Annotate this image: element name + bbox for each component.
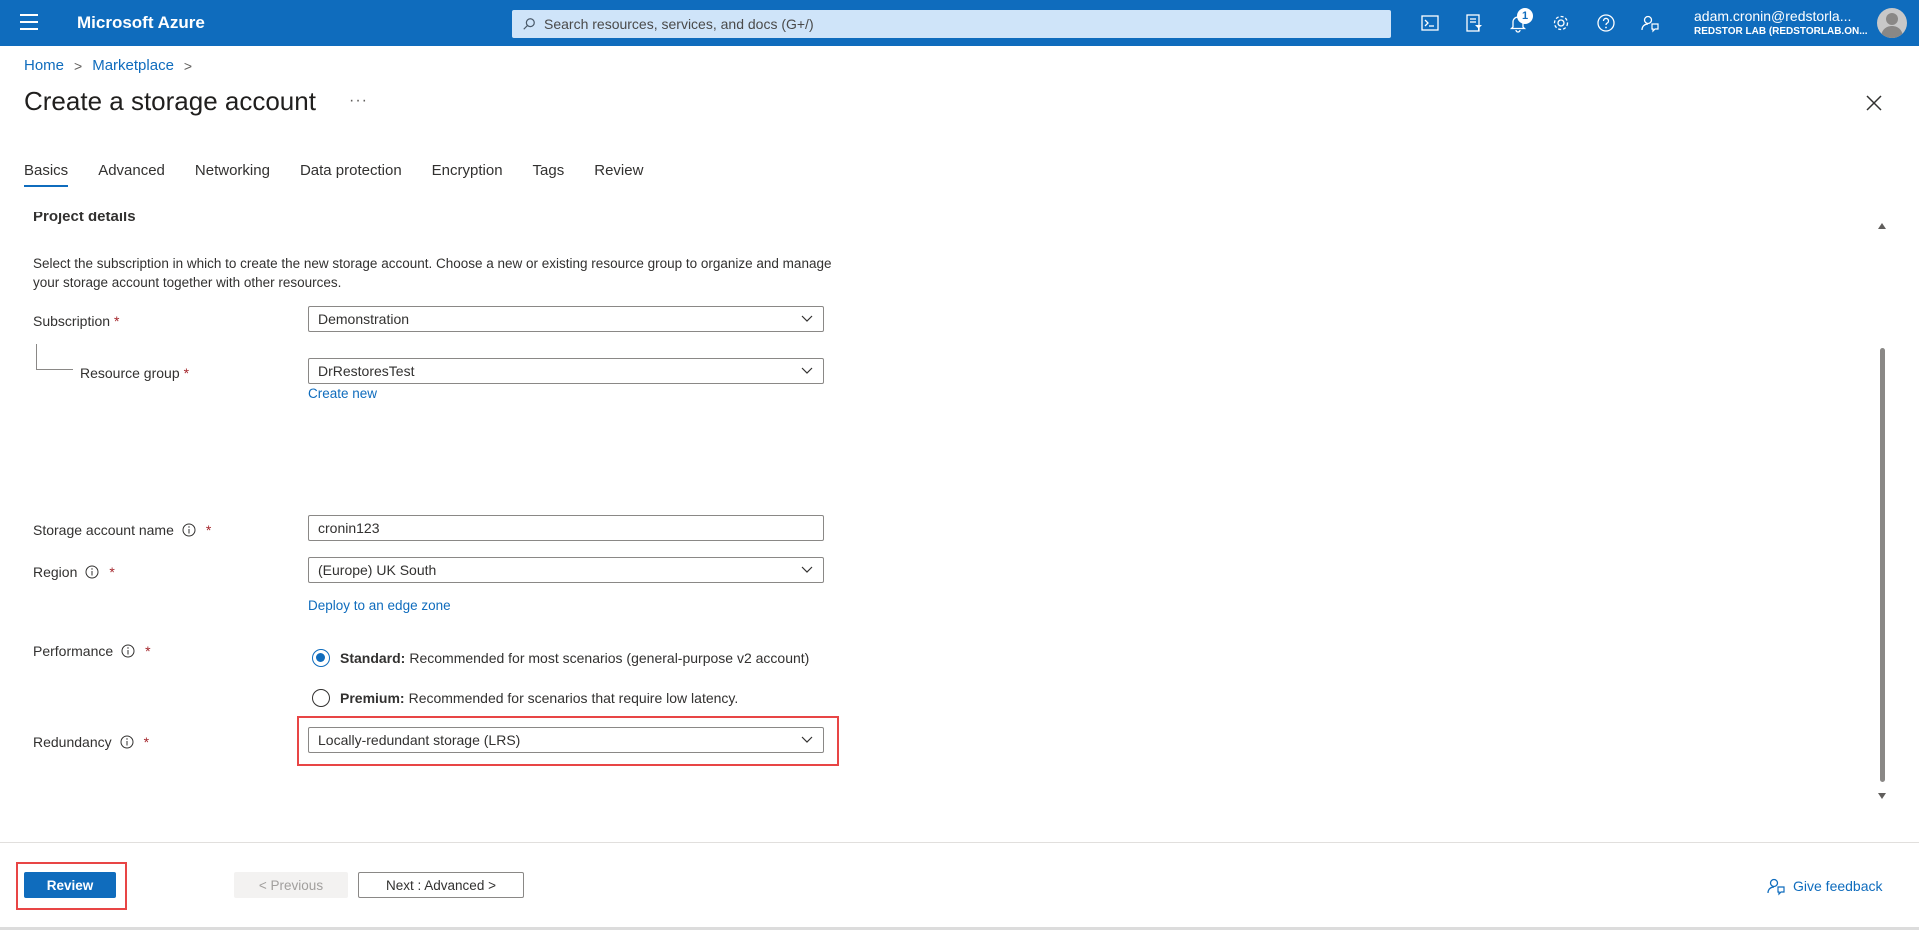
resource-group-label: Resource group * <box>80 365 189 381</box>
scroll-up-icon[interactable] <box>1877 222 1887 230</box>
subscription-select[interactable]: Demonstration <box>308 306 824 332</box>
premium-label: Premium: <box>340 690 405 706</box>
required-mark: * <box>109 564 115 580</box>
info-icon[interactable] <box>121 644 135 658</box>
tree-connector <box>36 344 73 370</box>
redundancy-label: Redundancy * <box>33 734 149 750</box>
tab-review[interactable]: Review <box>594 162 643 187</box>
gear-icon[interactable] <box>1550 12 1572 34</box>
form-content: Project details Select the subscription … <box>0 206 1880 840</box>
subscription-label-text: Subscription <box>33 313 111 329</box>
avatar[interactable] <box>1877 8 1907 38</box>
chevron-down-icon <box>801 367 813 374</box>
feedback-icon[interactable] <box>1639 12 1661 34</box>
project-description: Select the subscription in which to crea… <box>33 256 832 290</box>
premium-radio[interactable] <box>312 689 330 707</box>
required-mark: * <box>114 313 120 329</box>
resource-group-select[interactable]: DrRestoresTest <box>308 358 824 384</box>
redundancy-highlight-box <box>297 716 839 766</box>
search-icon <box>523 18 535 30</box>
give-feedback-label: Give feedback <box>1793 878 1883 894</box>
subscription-value: Demonstration <box>318 311 410 327</box>
notification-badge: 1 <box>1517 8 1533 24</box>
search-placeholder: Search resources, services, and docs (G+… <box>544 16 814 32</box>
required-mark: * <box>145 643 151 659</box>
region-label: Region * <box>33 564 115 580</box>
top-bar: Microsoft Azure Search resources, servic… <box>0 0 1919 46</box>
tab-basics[interactable]: Basics <box>24 162 69 187</box>
chevron-right-icon: > <box>183 57 193 74</box>
close-icon[interactable] <box>1864 93 1884 113</box>
required-mark: * <box>205 522 212 538</box>
user-email: adam.cronin@redstorla... <box>1694 8 1852 24</box>
info-icon[interactable] <box>120 735 134 749</box>
footer-divider <box>0 842 1919 843</box>
give-feedback-link[interactable]: Give feedback <box>1766 876 1883 896</box>
page-title: Create a storage account <box>24 86 316 116</box>
breadcrumb-home[interactable]: Home <box>24 57 64 74</box>
region-label-text: Region <box>33 564 78 580</box>
create-new-link[interactable]: Create new <box>308 386 377 401</box>
performance-label: Performance * <box>33 643 151 659</box>
user-tenant: REDSTOR LAB (REDSTORLAB.ON... <box>1694 26 1868 37</box>
subscription-label: Subscription * <box>33 313 120 329</box>
feedback-icon <box>1767 878 1785 896</box>
tab-list: Basics Advanced Networking Data protecti… <box>24 162 673 187</box>
account-menu[interactable]: adam.cronin@redstorla... REDSTOR LAB (RE… <box>1694 8 1868 37</box>
tab-encryption[interactable]: Encryption <box>432 162 503 187</box>
review-highlight-box <box>16 862 127 910</box>
required-mark: * <box>183 365 190 381</box>
help-icon[interactable] <box>1595 12 1617 34</box>
storage-name-label: Storage account name * <box>33 522 211 538</box>
standard-description: Recommended for most scenarios (general-… <box>409 650 810 666</box>
storage-name-value: cronin123 <box>318 520 380 536</box>
breadcrumb-marketplace[interactable]: Marketplace <box>92 57 174 74</box>
more-options-button[interactable]: ··· <box>349 92 368 110</box>
region-select[interactable]: (Europe) UK South <box>308 557 824 583</box>
brand-title[interactable]: Microsoft Azure <box>77 13 205 33</box>
required-mark: * <box>143 734 150 750</box>
standard-label: Standard: <box>340 650 406 666</box>
scroll-down-icon[interactable] <box>1877 792 1887 800</box>
storage-name-label-text: Storage account name <box>33 522 174 538</box>
menu-icon[interactable] <box>20 14 38 30</box>
premium-description: Recommended for scenarios that require l… <box>408 690 739 706</box>
info-icon[interactable] <box>182 523 196 537</box>
previous-button[interactable]: < Previous <box>234 872 348 898</box>
search-input[interactable]: Search resources, services, and docs (G+… <box>512 10 1391 38</box>
chevron-right-icon: > <box>74 57 83 74</box>
resource-group-label-text: Resource group <box>80 365 180 381</box>
breadcrumb: Home > Marketplace > <box>24 57 202 74</box>
cloud-shell-icon[interactable] <box>1419 12 1441 34</box>
edge-zone-link[interactable]: Deploy to an edge zone <box>308 598 451 613</box>
premium-radio-option[interactable]: Premium: Recommended for scenarios that … <box>312 689 738 707</box>
redundancy-label-text: Redundancy <box>33 734 112 750</box>
next-button[interactable]: Next : Advanced > <box>358 872 524 898</box>
standard-radio-option[interactable]: Standard: Recommended for most scenarios… <box>312 649 809 667</box>
scrollbar-thumb[interactable] <box>1880 348 1885 782</box>
resource-group-value: DrRestoresTest <box>318 363 415 379</box>
chevron-down-icon <box>801 315 813 322</box>
info-icon[interactable] <box>85 565 99 579</box>
tab-data-protection[interactable]: Data protection <box>300 162 402 187</box>
storage-name-input[interactable]: cronin123 <box>308 515 824 541</box>
directory-filter-icon[interactable] <box>1463 12 1485 34</box>
tab-tags[interactable]: Tags <box>533 162 565 187</box>
section-heading: Project details <box>33 208 136 225</box>
performance-label-text: Performance <box>33 643 114 659</box>
standard-radio[interactable] <box>312 649 330 667</box>
chevron-down-icon <box>801 566 813 573</box>
region-value: (Europe) UK South <box>318 562 437 578</box>
tab-networking[interactable]: Networking <box>195 162 270 187</box>
tab-advanced[interactable]: Advanced <box>98 162 165 187</box>
